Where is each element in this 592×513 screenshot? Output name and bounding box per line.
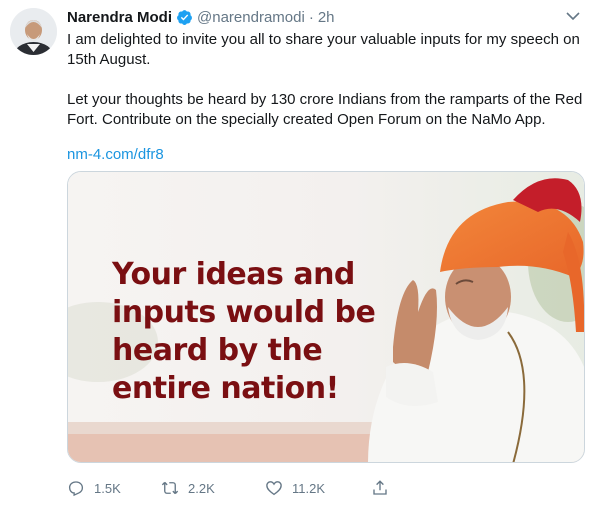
tweet-card[interactable]: Narendra Modi @narendramodi · 2h I am de… — [0, 0, 592, 513]
retweet-icon — [161, 481, 179, 495]
author-handle[interactable]: @narendramodi — [197, 9, 305, 26]
avatar[interactable] — [10, 8, 57, 55]
headline-line: entire nation! — [112, 371, 339, 406]
tweet-header: Narendra Modi @narendramodi · 2h — [67, 7, 335, 27]
separator-dot: · — [308, 8, 314, 26]
tweet-paragraph: Let your thoughts be heard by 130 crore … — [67, 91, 583, 128]
action-bar: 1.5K 2.2K 11.2K — [67, 478, 398, 498]
retweet-button[interactable]: 2.2K — [161, 479, 265, 497]
author-display-name[interactable]: Narendra Modi — [67, 9, 172, 26]
media-card[interactable]: Your ideas and inputs would be heard by … — [67, 171, 585, 463]
headline-line: inputs would be — [112, 295, 376, 330]
chevron-down-icon[interactable] — [565, 10, 581, 22]
tweet-link[interactable]: nm-4.com/dfr8 — [67, 145, 164, 165]
reply-count: 1.5K — [94, 480, 121, 496]
media-headline: Your ideas and inputs would be heard by … — [112, 256, 402, 408]
headline-line: Your ideas and — [112, 257, 355, 292]
like-button[interactable]: 11.2K — [265, 479, 371, 497]
share-icon — [373, 480, 387, 495]
reply-button[interactable]: 1.5K — [67, 479, 161, 497]
share-button[interactable] — [371, 479, 398, 497]
tweet-paragraph: I am delighted to invite you all to shar… — [67, 31, 580, 68]
verified-badge-icon — [176, 9, 193, 26]
timestamp[interactable]: 2h — [318, 9, 335, 26]
like-count: 11.2K — [292, 480, 326, 496]
reply-icon — [68, 481, 84, 497]
retweet-count: 2.2K — [188, 480, 215, 496]
headline-line: heard by the — [112, 333, 323, 368]
heart-icon — [266, 481, 282, 496]
tweet-text: I am delighted to invite you all to shar… — [67, 30, 587, 130]
